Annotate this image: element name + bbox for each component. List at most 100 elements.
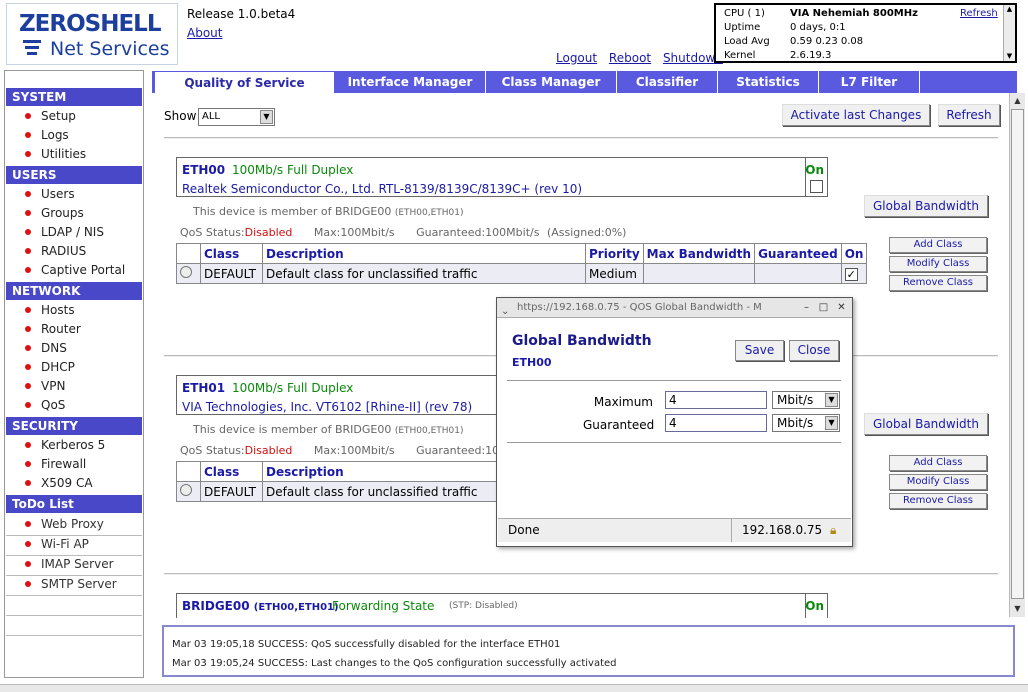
guaranteed-input[interactable]: 4	[665, 414, 767, 432]
table-row[interactable]: DEFAULT Default class for unclassified t…	[176, 263, 868, 284]
scroll-up-icon[interactable]: ▲	[1011, 94, 1024, 108]
maximize-icon[interactable]: □	[817, 301, 830, 314]
show-select[interactable]: ALL ▼	[198, 108, 275, 126]
log-entry: Mar 03 19:05,18 SUCCESS: QoS successfull…	[172, 639, 561, 650]
divider	[6, 615, 142, 616]
bullet-icon	[25, 151, 31, 157]
add-class-button[interactable]: Add Class	[889, 237, 987, 253]
maximum-label: Maximum	[593, 395, 653, 409]
window-menu-icon[interactable]: ⌄	[501, 302, 509, 317]
main-scrollbar[interactable]: ▲ ▼	[1009, 93, 1025, 617]
sidebar-item-qos[interactable]: QoS	[25, 398, 65, 412]
scroll-up-icon[interactable]: ▲	[1004, 5, 1015, 13]
sysinfo-refresh-link[interactable]: Refresh	[960, 8, 998, 19]
guaranteed-label: Guaranteed	[583, 418, 655, 432]
load-label: Load Avg	[724, 36, 770, 47]
sidebar-item-label: X509 CA	[41, 476, 93, 490]
max-bandwidth-text: Max:100Mbit/s	[313, 226, 395, 239]
scroll-down-icon[interactable]: ▼	[1011, 602, 1024, 616]
table-header-class: Class	[200, 243, 263, 264]
logo-title: ZEROSHELL	[19, 11, 161, 37]
window-titlebar[interactable]: ⌄ https://192.168.0.75 - QOS Global Band…	[497, 298, 852, 318]
member-text: This device is member of BRIDGE00	[193, 205, 392, 218]
radio-button[interactable]	[180, 266, 192, 278]
sidebar-item-dhcp[interactable]: DHCP	[25, 360, 75, 374]
close-button[interactable]: Close	[789, 340, 839, 361]
modify-class-button[interactable]: Modify Class	[889, 256, 987, 272]
logout-link[interactable]: Logout	[556, 51, 597, 65]
sidebar-item-vpn[interactable]: VPN	[25, 379, 65, 393]
class-enable-checkbox[interactable]: ✓	[844, 267, 858, 281]
scrollbar-thumb[interactable]	[1011, 109, 1024, 599]
remove-class-button[interactable]: Remove Class	[889, 493, 987, 509]
bullet-icon	[25, 210, 31, 216]
cell-description: Default class for unclassified traffic	[262, 263, 586, 284]
divider	[6, 555, 142, 556]
row-radio-cell[interactable]	[176, 481, 201, 502]
minimize-icon[interactable]: –	[800, 301, 813, 314]
sidebar-item-dns[interactable]: DNS	[25, 341, 67, 355]
tab-l7-filter[interactable]: L7 Filter	[819, 71, 920, 93]
sidebar-item-users[interactable]: Users	[25, 187, 75, 201]
kernel-value: 2.6.19.3	[790, 50, 832, 61]
sidebar-item-setup[interactable]: Setup	[25, 109, 76, 123]
tab-quality-of-service[interactable]: Quality of Service	[154, 71, 335, 93]
sidebar-item-imap[interactable]: IMAP Server	[25, 557, 114, 571]
radio-button[interactable]	[180, 484, 192, 496]
sidebar-item-kerberos[interactable]: Kerberos 5	[25, 438, 105, 452]
sidebar-item-ldap[interactable]: LDAP / NIS	[25, 225, 104, 239]
about-link[interactable]: About	[187, 26, 222, 40]
sidebar-item-label: DNS	[41, 341, 67, 355]
sidebar-item-router[interactable]: Router	[25, 322, 81, 336]
sidebar-item-label: QoS	[41, 398, 66, 412]
modify-class-button[interactable]: Modify Class	[889, 474, 987, 490]
close-icon[interactable]: ✕	[835, 301, 848, 314]
sidebar-item-hosts[interactable]: Hosts	[25, 303, 75, 317]
tab-statistics[interactable]: Statistics	[718, 71, 819, 93]
sidebar-item-radius[interactable]: RADIUS	[25, 244, 86, 258]
bullet-icon	[25, 461, 31, 467]
global-bandwidth-button[interactable]: Global Bandwidth	[864, 413, 988, 435]
save-button[interactable]: Save	[735, 340, 784, 361]
sidebar-item-wifi-ap[interactable]: Wi-Fi AP	[25, 537, 89, 551]
refresh-button[interactable]: Refresh	[938, 104, 1000, 126]
device-name: ETH00	[182, 163, 226, 177]
tab-interface-manager[interactable]: Interface Manager	[335, 71, 486, 93]
tab-classifier[interactable]: Classifier	[617, 71, 718, 93]
device-name: ETH01	[182, 381, 226, 395]
sidebar-item-logs[interactable]: Logs	[25, 128, 69, 142]
maximum-input[interactable]: 4	[665, 391, 767, 409]
sidebar-item-label: Router	[41, 322, 81, 336]
device-enable-checkbox[interactable]	[810, 180, 823, 193]
on-label: On	[805, 599, 824, 613]
sysinfo-scrollbar[interactable]: ▲ ▼	[1003, 5, 1015, 61]
cell-class: DEFAULT	[200, 481, 263, 502]
maximum-unit-select[interactable]: Mbit/s ▼	[772, 391, 840, 409]
guaranteed-unit-select[interactable]: Mbit/s ▼	[772, 414, 840, 432]
remove-class-button[interactable]: Remove Class	[889, 275, 987, 291]
table-header-description: Description	[262, 243, 586, 264]
device-speed: 100Mb/s Full Duplex	[232, 163, 354, 177]
sidebar-item-firewall[interactable]: Firewall	[25, 457, 86, 471]
global-bandwidth-button[interactable]: Global Bandwidth	[864, 195, 988, 217]
tab-class-manager[interactable]: Class Manager	[486, 71, 617, 93]
sidebar-section-todo: ToDo List	[6, 495, 142, 513]
scroll-down-icon[interactable]: ▼	[1004, 52, 1015, 60]
sidebar-item-label: Firewall	[41, 457, 87, 471]
reboot-link[interactable]: Reboot	[609, 51, 651, 65]
sidebar-item-groups[interactable]: Groups	[25, 206, 84, 220]
sidebar-item-x509[interactable]: X509 CA	[25, 476, 93, 490]
device-box-eth00: ETH00 100Mb/s Full Duplex Realtek Semico…	[176, 157, 828, 197]
sidebar-item-utilities[interactable]: Utilities	[25, 147, 86, 161]
activate-changes-button[interactable]: Activate last Changes	[782, 104, 930, 126]
sidebar-item-smtp[interactable]: SMTP Server	[25, 577, 117, 591]
sidebar-item-captive-portal[interactable]: Captive Portal	[25, 263, 125, 277]
guaranteed-text: Guaranteed:10	[416, 444, 500, 457]
row-radio-cell[interactable]	[176, 263, 201, 284]
horizontal-scrollbar[interactable]	[0, 684, 1028, 692]
sidebar-item-web-proxy[interactable]: Web Proxy	[25, 517, 104, 531]
status-text: Done	[508, 523, 540, 537]
guaranteed-unit-value: Mbit/s	[777, 416, 814, 430]
qos-status-line: QoS Status:Disabled Max:100Mbit/s Guaran…	[180, 226, 626, 239]
add-class-button[interactable]: Add Class	[889, 455, 987, 471]
